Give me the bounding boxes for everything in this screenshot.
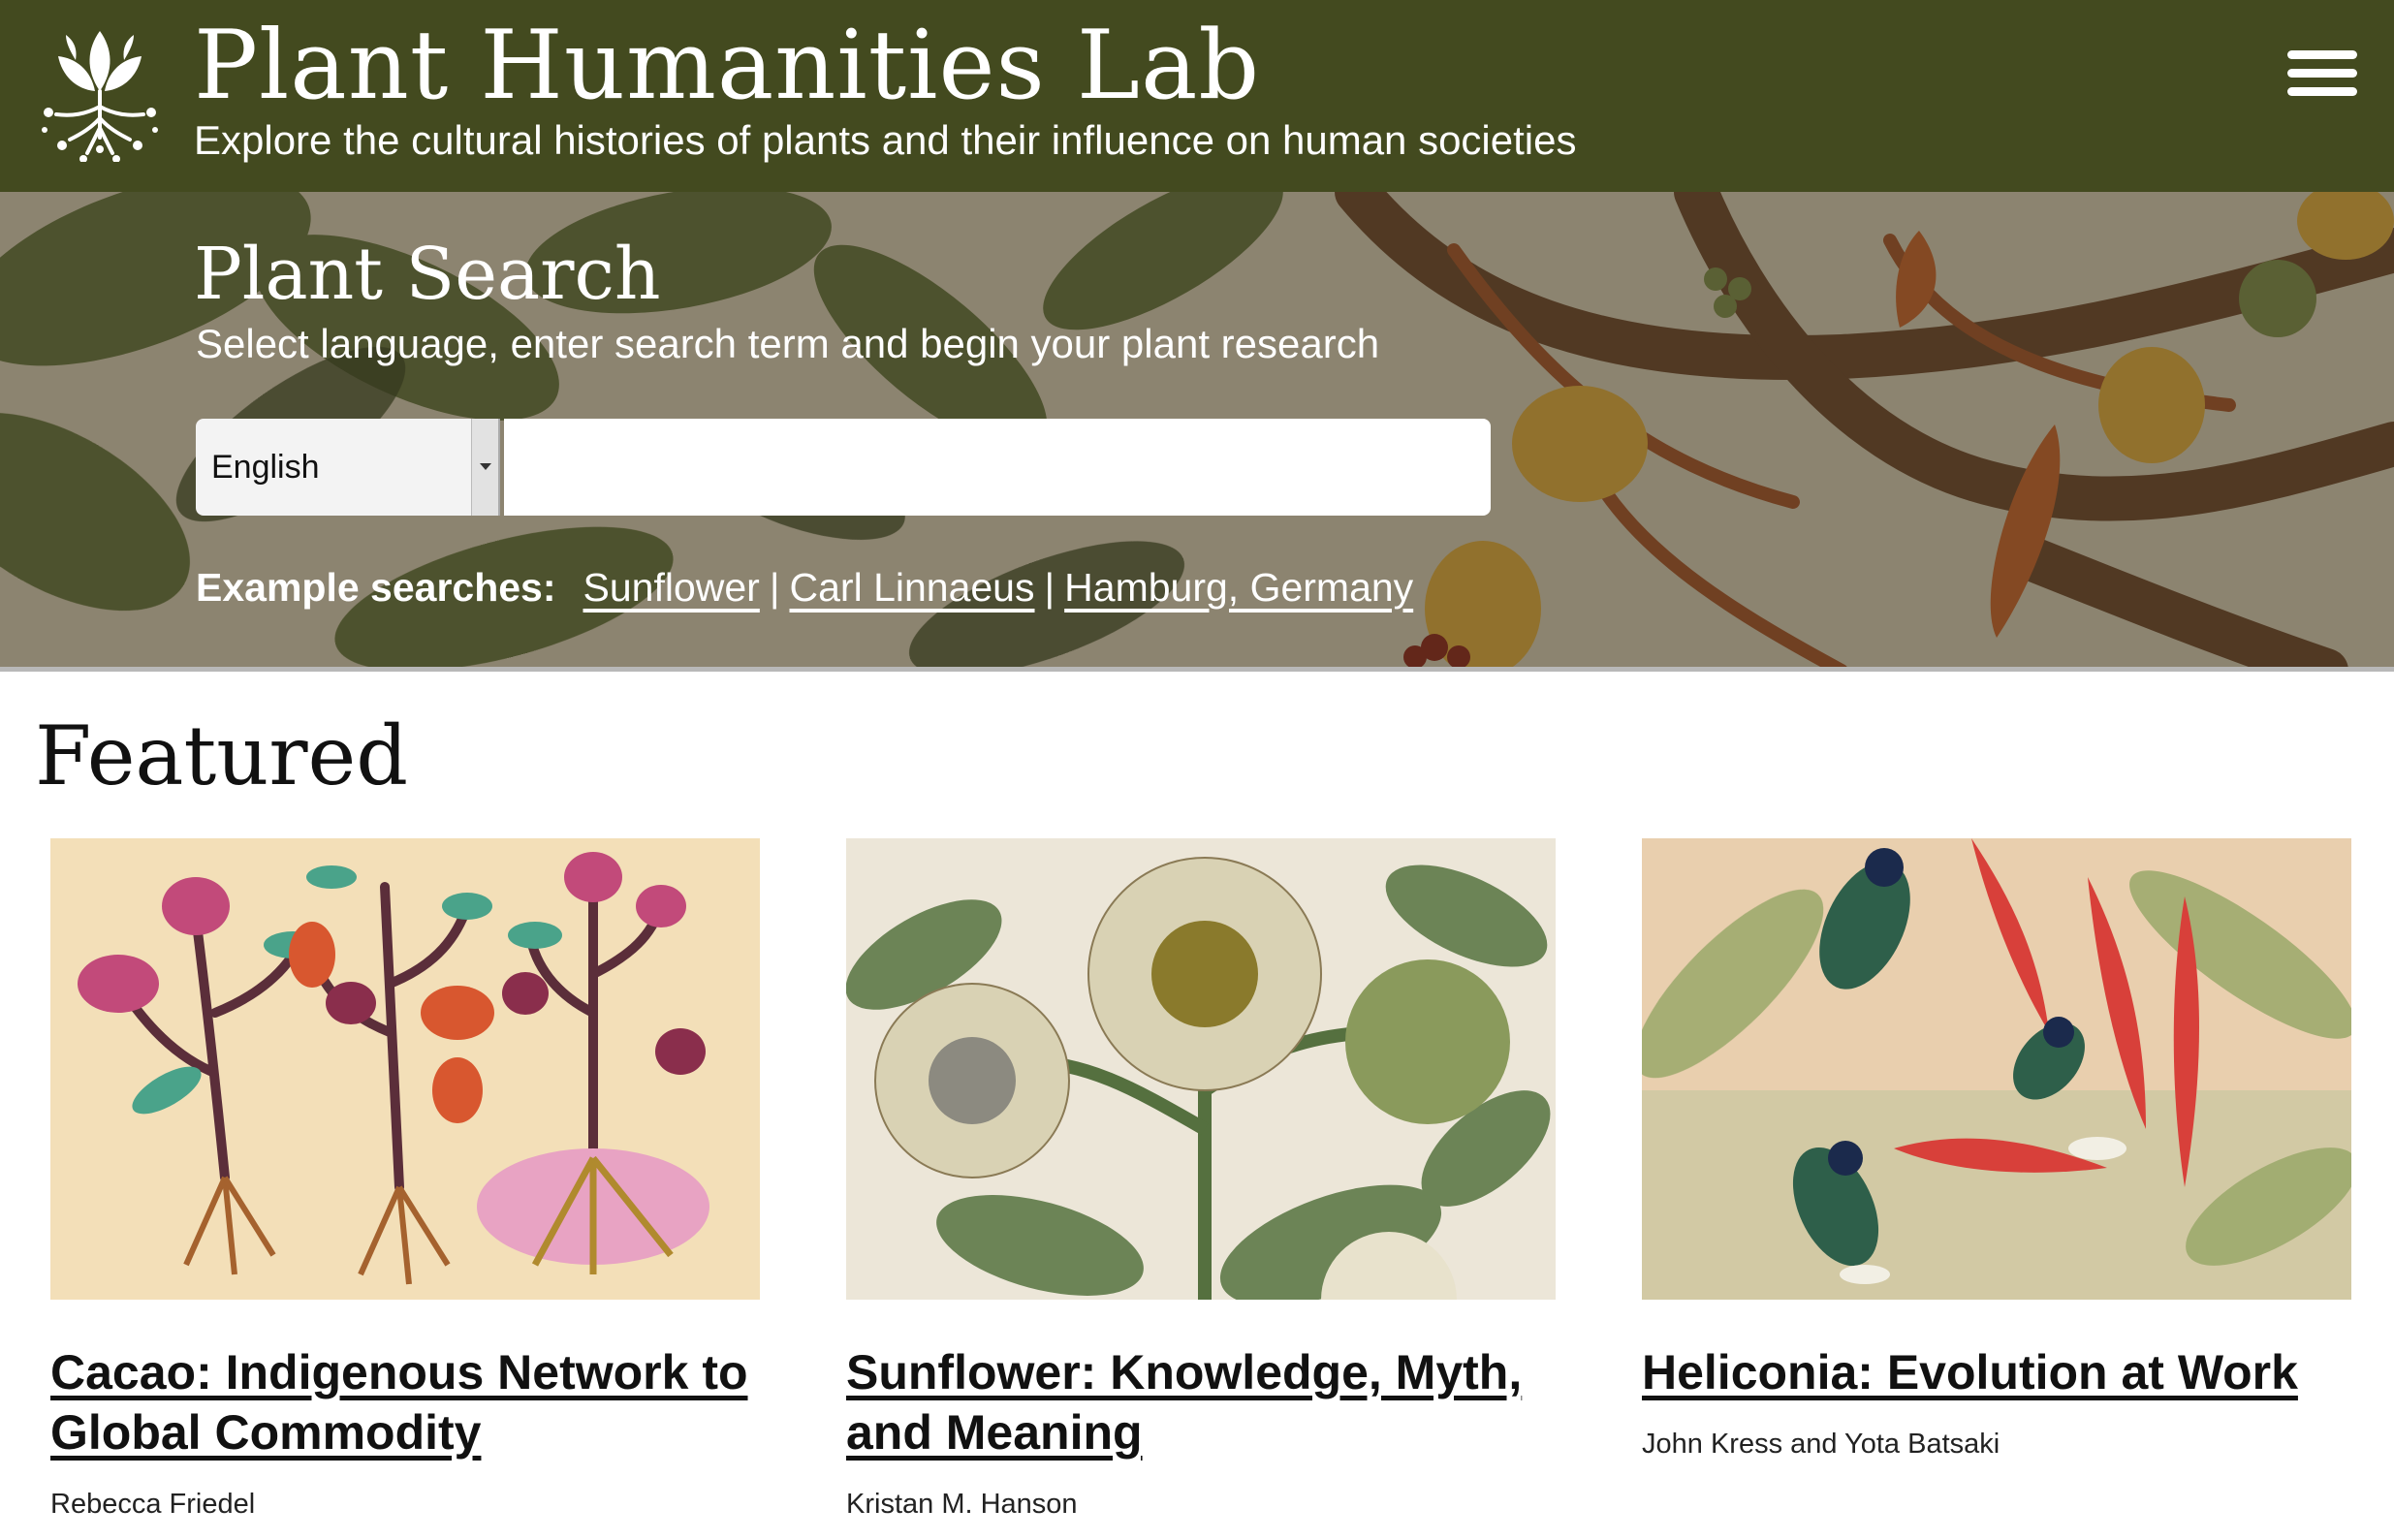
site-header: Plant Humanities Lab Explore the cultura… <box>0 0 2394 192</box>
hamburger-menu-icon[interactable] <box>2287 50 2357 105</box>
featured-heading: Featured <box>35 708 408 803</box>
hero-divider <box>0 667 2394 672</box>
heliconia-illustration-image[interactable] <box>1642 838 2351 1300</box>
plant-roots-logo-icon[interactable] <box>37 21 163 162</box>
featured-card-title[interactable]: Sunflower: Knowledge, Myth, and Meaning <box>846 1342 1556 1462</box>
site-tagline: Explore the cultural histories of plants… <box>194 117 1577 163</box>
example-search-carl-linnaeus[interactable]: Carl Linnaeus <box>790 565 1035 610</box>
example-searches: Example searches: Sunflower | Carl Linnaeus… <box>196 560 1413 614</box>
example-search-sunflower[interactable]: Sunflower <box>583 565 760 610</box>
search-bar: English <box>196 419 1491 516</box>
featured-card-title[interactable]: Cacao: Indigenous Network to Global Comm… <box>50 1342 760 1462</box>
plant-search-hero: Plant Search Select language, enter sear… <box>0 192 2394 671</box>
featured-card-author: Kristan M. Hanson <box>846 1489 1078 1520</box>
featured-card-author: Rebecca Friedel <box>50 1489 256 1520</box>
dropdown-arrow-icon <box>480 463 491 470</box>
example-search-hamburg-germany[interactable]: Hamburg, Germany <box>1064 565 1413 610</box>
search-input[interactable] <box>504 419 1491 516</box>
search-subtitle: Select language, enter search term and b… <box>196 321 1380 366</box>
featured-card-heliconia: Heliconia: Evolution at Work John Kress … <box>1642 838 2351 1462</box>
example-separator: | <box>1044 565 1055 610</box>
featured-card-title[interactable]: Heliconia: Evolution at Work <box>1642 1342 2351 1402</box>
language-select-toggle[interactable] <box>471 419 498 516</box>
sunflower-illustration-image[interactable] <box>846 838 1556 1300</box>
example-separator: | <box>769 565 780 610</box>
site-title[interactable]: Plant Humanities Lab <box>194 8 1260 124</box>
language-select[interactable]: English <box>196 419 500 516</box>
featured-card-sunflower: Sunflower: Knowledge, Myth, and Meaning … <box>846 838 1556 1523</box>
featured-card-cacao: Cacao: Indigenous Network to Global Comm… <box>50 838 760 1523</box>
example-searches-label: Example searches: <box>196 565 556 610</box>
language-select-value: English <box>211 449 320 486</box>
featured-card-author: John Kress and Yota Batsaki <box>1642 1429 2000 1460</box>
search-title: Plant Search <box>194 233 661 316</box>
cacao-illustration-image[interactable] <box>50 838 760 1300</box>
